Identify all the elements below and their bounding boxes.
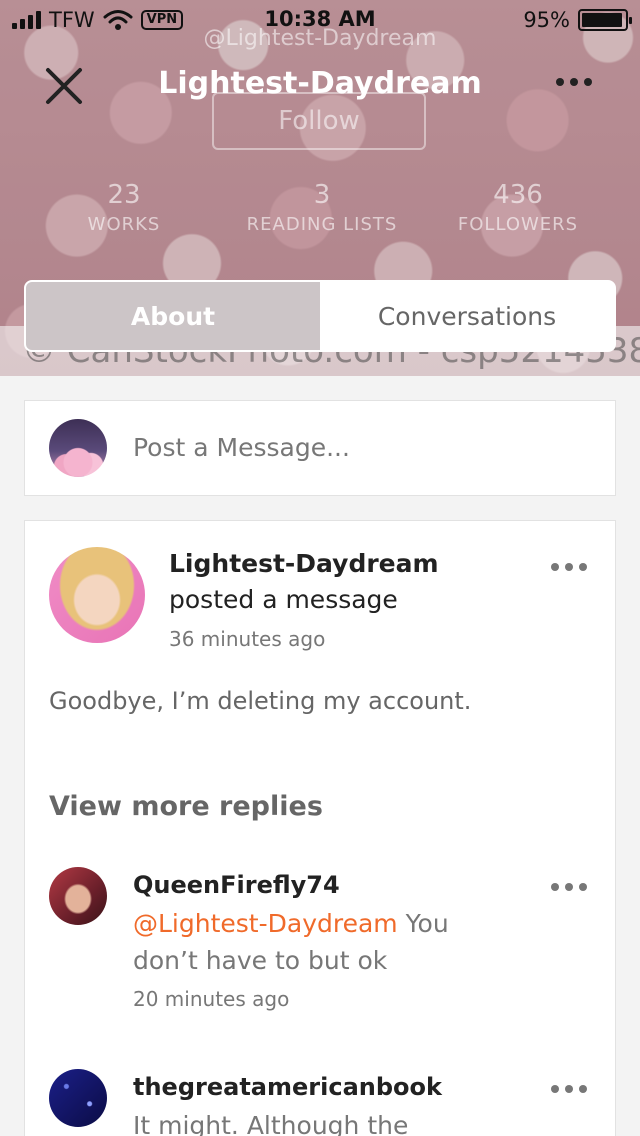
post-timestamp: 36 minutes ago (169, 627, 326, 651)
profile-tabs: About Conversations (24, 280, 616, 352)
stat-followers: 436 FOLLOWERS (418, 180, 618, 235)
reply-author[interactable]: thegreatamericanbook (133, 1073, 442, 1101)
stat-reading-lists-value: 3 (313, 180, 331, 210)
avatar (49, 419, 107, 477)
post-author[interactable]: Lightest-Daydream (169, 549, 439, 578)
reply-author[interactable]: QueenFirefly74 (133, 871, 340, 899)
battery-percent: 95% (523, 8, 570, 32)
conversation-post: Lightest-Daydream posted a message 36 mi… (24, 520, 616, 1136)
stat-works-value: 23 (107, 180, 141, 210)
view-more-replies-link[interactable]: View more replies (49, 791, 323, 822)
status-right: 95% (523, 8, 632, 32)
battery-fill (582, 13, 622, 27)
reply-timestamp: 20 minutes ago (133, 987, 290, 1011)
post-more-icon[interactable] (547, 557, 591, 577)
reply-more-icon[interactable] (547, 877, 591, 897)
stat-reading-lists-label: READING LISTS (246, 214, 398, 235)
author-avatar[interactable] (49, 547, 145, 643)
tab-conversations[interactable]: Conversations (320, 282, 614, 350)
status-bar: TFW VPN 10:38 AM 95% (0, 0, 640, 40)
reply-avatar[interactable] (49, 1069, 107, 1127)
stat-works-label: WORKS (87, 214, 161, 235)
battery-icon (578, 9, 632, 31)
post-body: Goodbye, I’m deleting my account. (49, 687, 472, 715)
stat-reading-lists: 3 READING LISTS (222, 180, 422, 235)
stat-followers-value: 436 (493, 180, 543, 210)
post-action: posted a message (169, 585, 398, 614)
tab-about[interactable]: About (26, 282, 320, 350)
reply-avatar[interactable] (49, 867, 107, 925)
page-title: Lightest-Daydream (158, 66, 482, 101)
more-options-icon[interactable] (552, 72, 596, 92)
reply-mention[interactable]: @Lightest-Daydream (133, 909, 398, 938)
reply-text: @Lightest-Daydream You don’t have to but… (133, 905, 453, 979)
message-input[interactable]: Post a Message... (133, 433, 350, 462)
stat-works: 23 WORKS (24, 180, 224, 235)
reply-message: It might. Although the (133, 1111, 409, 1136)
reply-text: It might. Although the (133, 1107, 453, 1136)
reply-more-icon[interactable] (547, 1079, 591, 1099)
profile-header: @Lightest-Daydream Follow 23 WORKS 3 REA… (0, 0, 640, 376)
compose-box[interactable]: Post a Message... (24, 400, 616, 496)
stat-followers-label: FOLLOWERS (457, 214, 579, 235)
